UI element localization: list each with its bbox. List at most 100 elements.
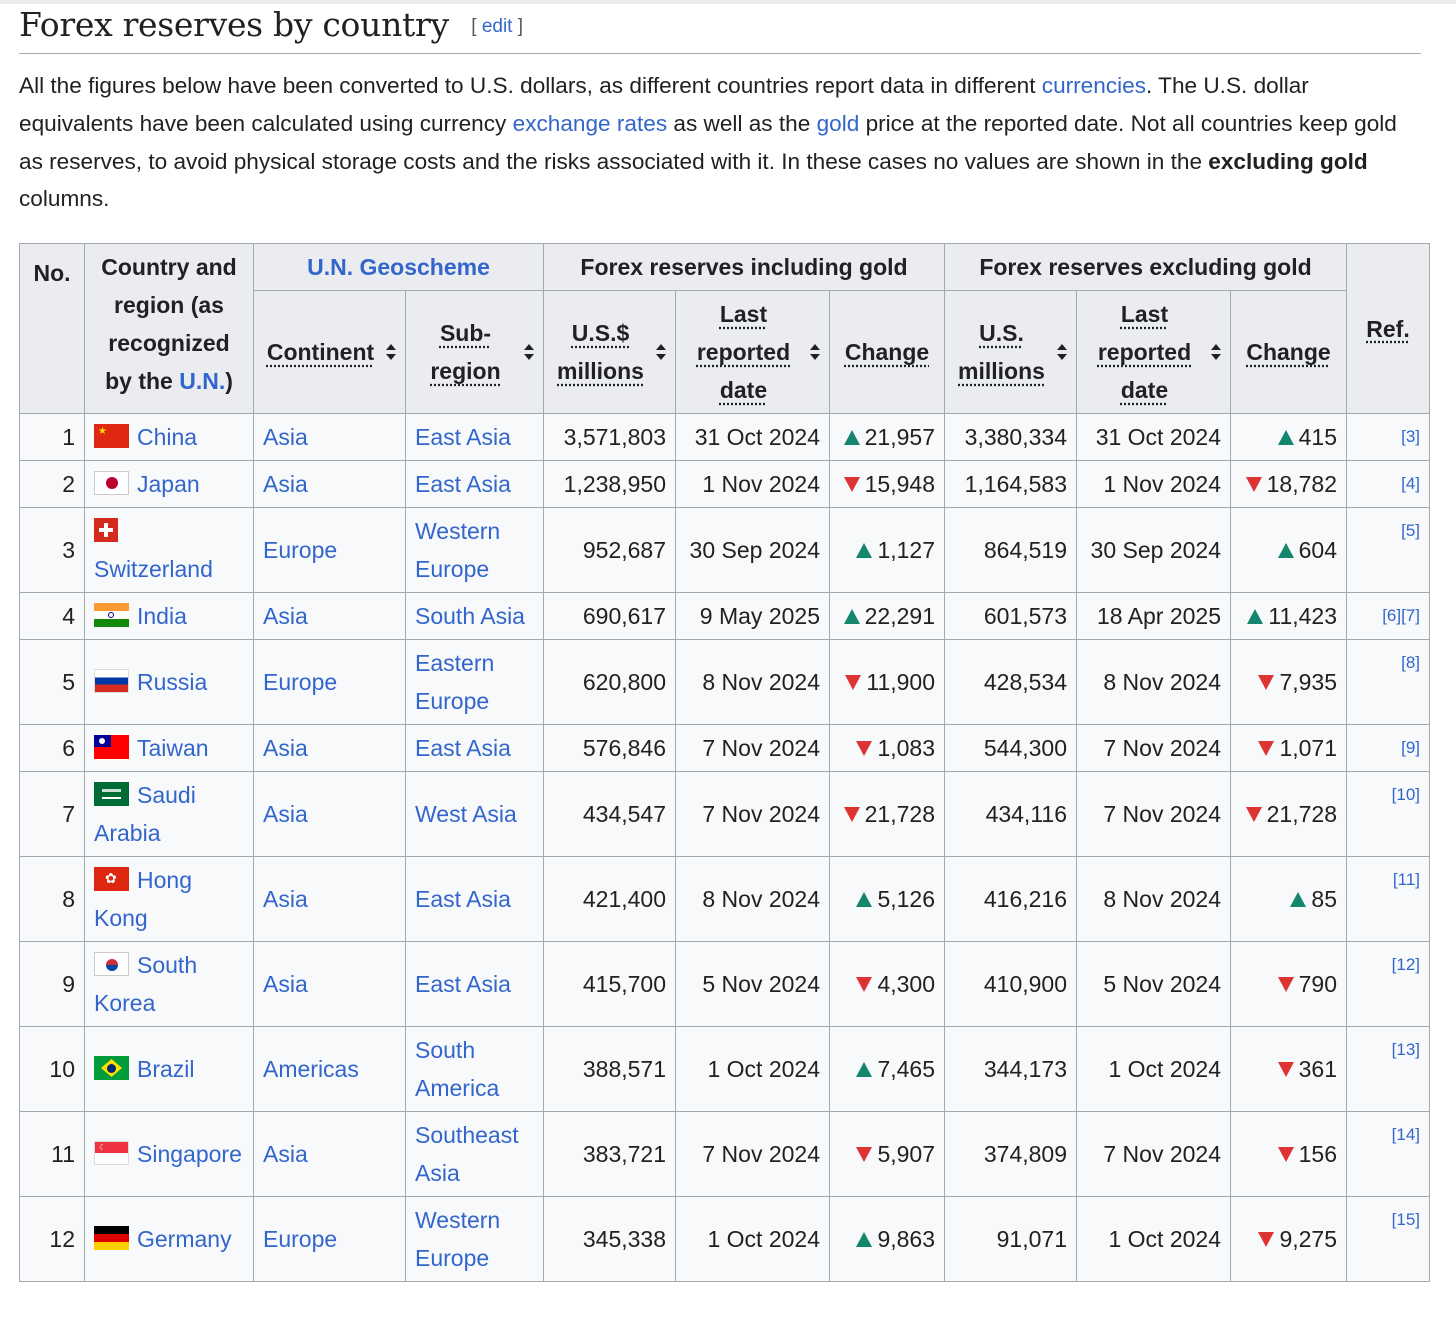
date-excl-cell: 1 Nov 2024 — [1076, 460, 1231, 508]
rank-cell: 5 — [19, 639, 85, 725]
table-row: 9 South Korea Asia East Asia 415,700 5 N… — [19, 941, 1430, 1027]
reference-link[interactable]: [6][7] — [1382, 606, 1420, 625]
continent-link[interactable]: Asia — [263, 424, 308, 450]
flag-icon — [94, 952, 129, 976]
country-link[interactable]: Taiwan — [137, 735, 209, 761]
exchange-rates-link[interactable]: exchange rates — [513, 111, 668, 136]
continent-link[interactable]: Americas — [263, 1056, 359, 1082]
subregion-cell: South Asia — [405, 592, 544, 640]
subregion-link[interactable]: Western Europe — [415, 1207, 500, 1271]
country-cell: India — [84, 592, 254, 640]
reserves-excl-cell: 601,573 — [944, 592, 1077, 640]
sort-usd-incl[interactable]: U.S.$ millions — [543, 290, 676, 414]
change-excl-value: 18,782 — [1266, 471, 1337, 497]
date-incl-cell: 1 Oct 2024 — [675, 1026, 830, 1112]
edit-section: [ edit ] — [471, 16, 523, 37]
continent-link[interactable]: Asia — [263, 471, 308, 497]
gold-link[interactable]: gold — [817, 111, 860, 136]
reference-link[interactable]: [10] — [1392, 785, 1420, 804]
continent-link[interactable]: Asia — [263, 886, 308, 912]
continent-link[interactable]: Asia — [263, 603, 308, 629]
reference-link[interactable]: [5] — [1401, 521, 1420, 540]
table-row: 12 Germany Europe Western Europe 345,338… — [19, 1196, 1430, 1282]
sort-usd-excl[interactable]: U.S. millions — [944, 290, 1077, 414]
reserves-incl-cell: 383,721 — [543, 1111, 676, 1197]
date-excl-cell: 8 Nov 2024 — [1076, 639, 1231, 725]
change-excl-value: 7,935 — [1279, 669, 1337, 695]
continent-link[interactable]: Europe — [263, 1226, 337, 1252]
reference-link[interactable]: [12] — [1392, 955, 1420, 974]
reference-link[interactable]: [4] — [1401, 474, 1420, 493]
subregion-link[interactable]: East Asia — [415, 886, 511, 912]
subregion-link[interactable]: East Asia — [415, 471, 511, 497]
country-link[interactable]: Russia — [137, 669, 207, 695]
edit-link[interactable]: edit — [482, 16, 513, 37]
subregion-link[interactable]: Western Europe — [415, 518, 500, 582]
country-link[interactable]: Japan — [137, 471, 200, 497]
flag-icon: ★ — [94, 424, 129, 448]
change-excl-cell: 361 — [1230, 1026, 1347, 1112]
header-geoscheme-link[interactable]: U.N. Geoscheme — [253, 243, 544, 291]
reference-link[interactable]: [11] — [1393, 870, 1420, 889]
continent-link[interactable]: Asia — [263, 735, 308, 761]
sort-continent[interactable]: Continent — [253, 290, 406, 414]
change-arrow-icon — [856, 977, 873, 992]
sort-subregion[interactable]: Sub-region — [405, 290, 544, 414]
continent-link[interactable]: Europe — [263, 537, 337, 563]
continent-link[interactable]: Asia — [263, 971, 308, 997]
subregion-link[interactable]: West Asia — [415, 801, 517, 827]
table-row: 5 Russia Europe Eastern Europe 620,800 8… — [19, 639, 1430, 725]
subregion-link[interactable]: East Asia — [415, 971, 511, 997]
reference-link[interactable]: [15] — [1392, 1210, 1420, 1229]
country-link[interactable]: Germany — [137, 1226, 232, 1252]
reference-link[interactable]: [14] — [1392, 1125, 1420, 1144]
subregion-link[interactable]: East Asia — [415, 424, 511, 450]
continent-cell: Asia — [253, 856, 406, 942]
country-link[interactable]: India — [137, 603, 187, 629]
continent-link[interactable]: Europe — [263, 669, 337, 695]
continent-link[interactable]: Asia — [263, 801, 308, 827]
subregion-link[interactable]: Southeast Asia — [415, 1122, 519, 1186]
date-incl-cell: 31 Oct 2024 — [675, 413, 830, 461]
intro-text-5: columns. — [19, 186, 110, 212]
change-excl-cell: 21,728 — [1230, 771, 1347, 857]
reference-link[interactable]: [8] — [1401, 653, 1420, 672]
change-incl-value: 15,948 — [864, 471, 935, 497]
un-link[interactable]: U.N. — [179, 368, 225, 394]
sort-date-incl[interactable]: Last reported date — [675, 290, 830, 414]
change-incl-cell: 5,126 — [829, 856, 945, 942]
change-arrow-icon — [843, 609, 860, 624]
ref-cell: [15] — [1346, 1196, 1430, 1282]
sort-date-excl[interactable]: Last reported date — [1076, 290, 1231, 414]
subregion-link[interactable]: South America — [415, 1037, 499, 1101]
change-incl-value: 7,465 — [877, 1056, 935, 1082]
reference-link[interactable]: [13] — [1392, 1040, 1420, 1059]
currencies-link[interactable]: currencies — [1042, 73, 1146, 98]
continent-link[interactable]: Asia — [263, 1141, 308, 1167]
date-excl-cell: 7 Nov 2024 — [1076, 724, 1231, 772]
subregion-link[interactable]: South Asia — [415, 603, 525, 629]
rank-cell: 10 — [19, 1026, 85, 1112]
reserves-incl-cell: 388,571 — [543, 1026, 676, 1112]
country-link[interactable]: Brazil — [137, 1056, 195, 1082]
country-link[interactable]: Switzerland — [94, 556, 213, 582]
country-cell: ✿ Hong Kong — [84, 856, 254, 942]
country-link[interactable]: Singapore — [137, 1141, 242, 1167]
reference-link[interactable]: [9] — [1401, 738, 1420, 757]
ref-cell: [9] — [1346, 724, 1430, 772]
header-continent: Continent — [266, 339, 375, 365]
subregion-link[interactable]: East Asia — [415, 735, 511, 761]
date-incl-cell: 8 Nov 2024 — [675, 856, 830, 942]
reference-link[interactable]: [3] — [1401, 427, 1420, 446]
country-link[interactable]: China — [137, 424, 197, 450]
date-incl-cell: 7 Nov 2024 — [675, 771, 830, 857]
section-heading: Forex reserves by country [ edit ] — [19, 5, 1421, 54]
change-excl-cell: 156 — [1230, 1111, 1347, 1197]
date-incl-cell: 1 Nov 2024 — [675, 460, 830, 508]
change-excl-value: 21,728 — [1266, 801, 1337, 827]
subregion-link[interactable]: Eastern Europe — [415, 650, 494, 714]
country-cell: Japan — [84, 460, 254, 508]
header-date-incl: Last reported date — [696, 301, 791, 403]
change-arrow-icon — [1277, 430, 1294, 445]
intro-paragraph: All the figures below have been converte… — [19, 67, 1424, 218]
